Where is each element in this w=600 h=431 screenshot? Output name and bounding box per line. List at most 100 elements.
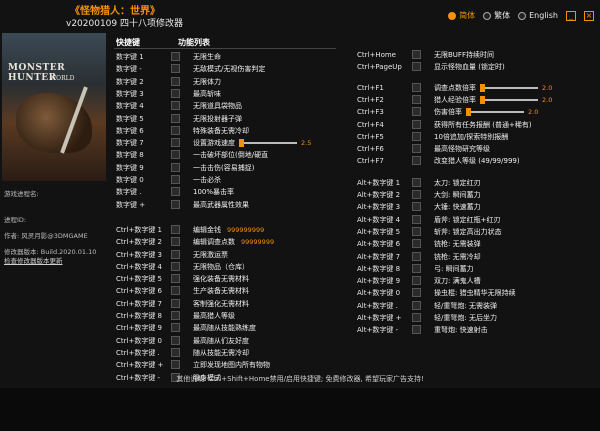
hotkey-row: Ctrl+F6 最高怪物研究等级 [0, 143, 600, 155]
function-label: 盾斧: 锁定红瓶+红刃 [434, 215, 501, 224]
hotkey-label: Ctrl+数字键 . [116, 348, 160, 357]
function-label: 双刀: 满鬼人槽 [434, 277, 481, 286]
bottom-bar [0, 388, 600, 431]
function-label: 太刀: 锁定红刃 [434, 178, 481, 187]
toggle-button[interactable] [412, 119, 421, 129]
footer-note: 其他说明: Ctrl+Shift+Home禁用/启用快捷键; 免费修改器, 希望… [176, 375, 424, 383]
app-title: 《怪物猎人：世界》 [70, 6, 160, 17]
hotkey-label: Alt+数字键 5 [357, 227, 401, 236]
toggle-button[interactable] [412, 239, 421, 249]
hotkey-label: Alt+数字键 6 [357, 240, 401, 249]
hotkey-row: Alt+数字键 8 弓: 瞬间蓄力 [0, 263, 600, 275]
hotkey-row: Ctrl+F4 获得所有任务报酬 (普通+稀有) [0, 119, 600, 131]
toggle-button[interactable] [412, 131, 421, 141]
toggle-button[interactable] [412, 226, 421, 236]
toggle-button[interactable] [412, 156, 421, 166]
function-label: 斩斧: 锁定高出力状态 [434, 227, 502, 236]
function-label: 大剑: 瞬间蓄力 [434, 191, 481, 199]
hotkey-row: Alt+数字键 + 轻/重弩炮: 无后坐力 [0, 312, 600, 324]
hotkey-label: Alt+数字键 3 [357, 203, 401, 212]
slider-knob[interactable] [466, 108, 471, 117]
toggle-button[interactable] [412, 214, 421, 224]
hotkey-label: Ctrl+F5 [357, 132, 384, 141]
hotkey-label: Ctrl+Home [357, 51, 396, 59]
lang-traditional[interactable]: 繁体 [483, 10, 510, 21]
hotkey-row: Alt+数字键 . 轻/重弩炮: 无需装弹 [0, 300, 600, 312]
function-label: 调查点数倍率 [434, 83, 476, 92]
toggle-button[interactable] [412, 107, 421, 117]
function-label: 伤害倍率 [434, 108, 462, 117]
hotkey-row: Alt+数字键 3 大锤: 快速蓄力 [0, 201, 600, 213]
radio-icon [518, 11, 527, 20]
toggle-button[interactable] [412, 94, 421, 104]
multiplier-slider[interactable] [466, 108, 524, 117]
slider-value: 2.0 [542, 83, 553, 92]
hotkey-row: Ctrl+数字键 . 随从技能无需冷却 [0, 347, 600, 359]
radio-icon [483, 11, 492, 20]
hotkey-label: Alt+数字键 . [357, 301, 398, 310]
hotkey-row: Ctrl+F3 伤害倍率 2.0 [0, 106, 600, 118]
hotkey-row: Ctrl+F7 改变猎人等级 (49/99/999) [0, 155, 600, 167]
multiplier-slider[interactable] [480, 83, 538, 92]
toggle-button[interactable] [412, 325, 421, 335]
multiplier-slider[interactable] [480, 95, 538, 104]
hotkey-row: Ctrl+F5 10倍追加/探索特别报酬 [0, 131, 600, 143]
hotkey-row: Ctrl+PageUp 显示怪物血量 (锁定时) [0, 61, 600, 73]
slider-knob[interactable] [480, 95, 485, 104]
hotkey-row: Alt+数字键 - 重弩炮: 快速射击 [0, 324, 600, 336]
function-label: 轻/重弩炮: 无后坐力 [434, 314, 497, 322]
toggle-button[interactable] [171, 360, 180, 370]
hotkey-row: Alt+数字键 9 双刀: 满鬼人槽 [0, 275, 600, 287]
function-label: 显示怪物血量 (锁定时) [434, 63, 505, 72]
toggle-button[interactable] [412, 144, 421, 154]
hotkey-label: Ctrl+F1 [357, 83, 384, 92]
toggle-button[interactable] [412, 251, 421, 261]
slider-knob[interactable] [480, 83, 485, 92]
hotkey-label: Ctrl+F6 [357, 145, 384, 154]
hotkey-label: Ctrl+数字键 + [116, 361, 164, 370]
toggle-button[interactable] [412, 288, 421, 298]
hotkey-label: Ctrl+PageUp [357, 63, 402, 72]
function-label: 随从技能无需冷却 [193, 348, 249, 357]
hotkey-label: Ctrl+F4 [357, 120, 384, 129]
lang-simplified[interactable]: 简体 [448, 10, 475, 21]
hotkey-row: Ctrl+数字键 + 立即发现地图内所有物物 [0, 359, 600, 371]
toggle-button[interactable] [171, 347, 180, 357]
toggle-button[interactable] [412, 202, 421, 212]
toggle-button[interactable] [412, 177, 421, 187]
lang-english[interactable]: English [518, 11, 558, 20]
function-label: 猎人经验倍率 [434, 95, 476, 104]
toggle-button[interactable] [412, 62, 421, 72]
function-label: 获得所有任务报酬 (普通+稀有) [434, 120, 532, 129]
hotkey-label: Ctrl+F2 [357, 95, 384, 104]
radio-icon [448, 11, 457, 20]
hotkey-label: Ctrl+F3 [357, 108, 384, 117]
function-label: 10倍追加/探索特别报酬 [434, 132, 509, 141]
toggle-button[interactable] [412, 50, 421, 59]
function-label: 重弩炮: 快速射击 [434, 326, 488, 335]
hotkey-label: Ctrl+数字键 0 [116, 336, 162, 345]
toggle-button[interactable] [171, 335, 180, 345]
toggle-button[interactable] [412, 82, 421, 92]
functions-header: 功能列表 [178, 38, 210, 47]
version-label: v20200109 四十八项修改器 [66, 19, 183, 29]
toggle-button[interactable] [412, 313, 421, 322]
hotkey-row: Ctrl+F1 调查点数倍率 2.0 [0, 82, 600, 94]
toggle-button[interactable] [412, 276, 421, 286]
hotkey-row: Ctrl+Home 无限BUFF持续时间 [0, 49, 600, 61]
toggle-button[interactable] [412, 300, 421, 310]
hotkey-label: Alt+数字键 1 [357, 178, 401, 187]
minimize-button[interactable]: _ [566, 10, 576, 21]
slider-value: 2.0 [542, 95, 553, 104]
hotkey-row: Alt+数字键 4 盾斧: 锁定红瓶+红刃 [0, 214, 600, 226]
close-button[interactable]: × [584, 10, 594, 21]
toggle-button[interactable] [412, 190, 421, 199]
function-label: 弓: 瞬间蓄力 [434, 264, 474, 273]
hotkey-label: Alt+数字键 2 [357, 191, 401, 199]
function-label: 无限BUFF持续时间 [434, 51, 494, 59]
toggle-button[interactable] [412, 263, 421, 273]
trainer-window: 《怪物猎人：世界》 v20200109 四十八项修改器 简体 繁体 Englis… [0, 0, 600, 431]
hotkey-row: Ctrl+F2 猎人经验倍率 2.0 [0, 94, 600, 106]
hotkey-header: 快捷键 [116, 38, 140, 47]
function-label: 立即发现地图内所有物物 [193, 361, 270, 370]
